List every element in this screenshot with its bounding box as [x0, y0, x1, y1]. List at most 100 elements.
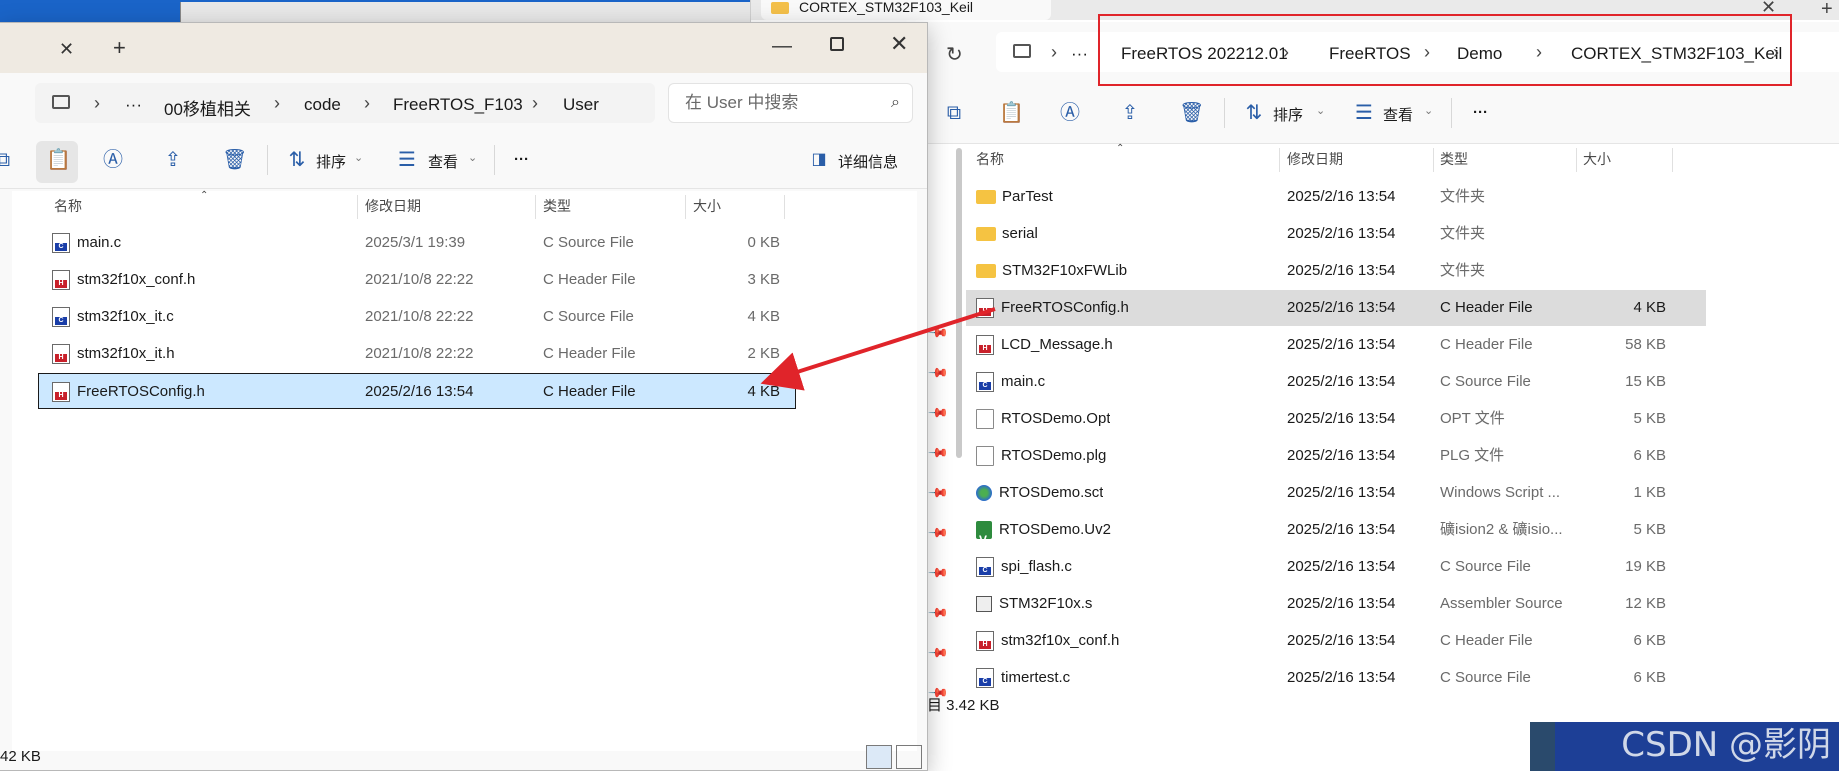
breadcrumb-porting[interactable]: 00移植相关 — [164, 95, 251, 120]
column-divider[interactable] — [357, 195, 358, 219]
new-tab-icon[interactable]: + — [113, 35, 126, 61]
breadcrumb-user[interactable]: User — [563, 95, 599, 115]
more-options-button[interactable]: ··· — [514, 151, 529, 168]
breadcrumb-code[interactable]: code — [304, 95, 341, 115]
refresh-icon[interactable]: ↻ — [946, 42, 963, 67]
details-button[interactable]: 详细信息 — [838, 151, 898, 172]
breadcrumb-overflow[interactable]: ··· — [125, 95, 142, 115]
column-divider[interactable] — [1433, 148, 1434, 172]
file-type: C Header File — [543, 383, 636, 400]
file-modified: 2025/2/16 13:54 — [1287, 521, 1396, 538]
column-header-modified[interactable]: 修改日期 — [1287, 144, 1343, 174]
delete-icon[interactable]: 🗑 — [222, 149, 247, 171]
file-size: 5 KB — [1633, 521, 1666, 538]
paste-icon[interactable]: 📋 — [46, 149, 71, 171]
sort-icon[interactable]: ⇅ — [1243, 102, 1265, 124]
nav-pane-scrollbar[interactable] — [956, 148, 962, 458]
uvision-file-icon — [976, 521, 992, 548]
file-size: 1 KB — [1633, 484, 1666, 501]
rename-icon[interactable]: Ⓐ — [1059, 102, 1081, 124]
sort-button[interactable]: 排序 — [1273, 104, 1303, 125]
close-tab-icon[interactable]: ✕ — [59, 39, 74, 60]
file-row[interactable]: STM32F10x.s 2025/2/16 13:54 Assembler So… — [966, 586, 1706, 622]
view-button[interactable]: 查看 — [428, 151, 458, 172]
file-row[interactable]: LCD_Message.h 2025/2/16 13:54 C Header F… — [966, 327, 1706, 363]
column-divider[interactable] — [1576, 148, 1577, 172]
file-name: RTOSDemo.plg — [1001, 447, 1107, 464]
breadcrumb-overflow[interactable]: ··· — [1071, 44, 1088, 64]
copy-icon[interactable]: ⧉ — [943, 102, 965, 124]
file-size: 4 KB — [747, 383, 780, 400]
file-name: spi_flash.c — [1001, 558, 1072, 575]
column-header-size[interactable]: 大小 — [1583, 144, 1611, 174]
this-pc-icon[interactable] — [1013, 44, 1031, 58]
tiles-view-icon[interactable] — [896, 745, 922, 769]
this-pc-icon[interactable] — [52, 95, 70, 109]
file-modified: 2025/2/16 13:54 — [1287, 373, 1396, 390]
delete-icon[interactable]: 🗑 — [1179, 102, 1204, 124]
details-pane-icon[interactable]: ◨ — [808, 149, 830, 171]
file-row[interactable]: stm32f10x_it.h 2021/10/8 22:22 C Header … — [38, 336, 796, 372]
file-row[interactable]: RTOSDemo.plg 2025/2/16 13:54 PLG 文件 6 KB — [966, 438, 1706, 474]
column-header-name[interactable]: 名称 — [54, 191, 82, 221]
view-button[interactable]: 查看 — [1383, 104, 1413, 125]
column-header-name[interactable]: 名称 — [976, 144, 1004, 174]
column-header-type[interactable]: 类型 — [1440, 144, 1468, 174]
file-row[interactable]: ParTest 2025/2/16 13:54 文件夹 — [966, 179, 1706, 215]
file-row[interactable]: spi_flash.c 2025/2/16 13:54 C Source Fil… — [966, 549, 1706, 585]
sort-icon[interactable]: ⇅ — [286, 149, 308, 171]
file-row[interactable]: RTOSDemo.Opt 2025/2/16 13:54 OPT 文件 5 KB — [966, 401, 1706, 437]
view-icon[interactable]: ☰ — [396, 149, 418, 171]
file-row[interactable]: RTOSDemo.Uv2 2025/2/16 13:54 礦ision2 & 礦… — [966, 512, 1706, 548]
rename-icon[interactable]: Ⓐ — [102, 149, 124, 171]
column-header-size[interactable]: 大小 — [693, 191, 721, 221]
column-divider[interactable] — [535, 195, 536, 219]
paste-icon[interactable]: 📋 — [999, 102, 1024, 124]
details-view-icon[interactable] — [866, 745, 892, 769]
file-row-selected[interactable]: FreeRTOSConfig.h 2025/2/16 13:54 C Heade… — [38, 373, 796, 409]
sort-ascending-icon: ⌃ — [1116, 143, 1125, 154]
file-row[interactable]: stm32f10x_it.c 2021/10/8 22:22 C Source … — [38, 299, 796, 335]
minimize-icon[interactable]: — — [772, 35, 792, 58]
file-modified: 2021/10/8 22:22 — [365, 345, 474, 362]
sort-button[interactable]: 排序 — [316, 151, 346, 172]
new-tab-icon[interactable]: + — [1821, 0, 1833, 21]
window-close-icon[interactable]: ✕ — [890, 31, 908, 57]
file-name: stm32f10x_conf.h — [77, 271, 196, 288]
file-row[interactable]: main.c 2025/2/16 13:54 C Source File 15 … — [966, 364, 1706, 400]
more-options-button[interactable]: ··· — [1473, 104, 1488, 121]
column-divider[interactable] — [784, 195, 785, 219]
copy-icon[interactable]: ⧉ — [0, 149, 14, 171]
view-icon[interactable]: ☰ — [1353, 102, 1375, 124]
file-type: C Header File — [543, 271, 636, 288]
file-name: RTOSDemo.Uv2 — [999, 521, 1111, 538]
maximize-icon[interactable] — [830, 37, 844, 51]
c-source-file-icon — [976, 557, 994, 578]
breadcrumb-freertos-f103[interactable]: FreeRTOS_F103 — [393, 95, 523, 115]
right-window-tab[interactable]: CORTEX_STM32F103_Keil — [761, 0, 1051, 20]
file-row[interactable]: stm32f10x_conf.h 2021/10/8 22:22 C Heade… — [38, 262, 796, 298]
file-row[interactable]: main.c 2025/3/1 19:39 C Source File 0 KB — [38, 225, 796, 261]
column-header-modified[interactable]: 修改日期 — [365, 191, 421, 221]
column-header-type[interactable]: 类型 — [543, 191, 571, 221]
file-size: 3 KB — [747, 271, 780, 288]
file-name: STM32F10xFWLib — [1002, 262, 1128, 279]
column-divider[interactable] — [1279, 148, 1280, 172]
close-tab-icon[interactable]: ✕ — [1761, 0, 1776, 16]
share-icon[interactable]: ⇪ — [162, 149, 184, 171]
search-input[interactable]: 在 User 中搜索 ⌕ — [668, 83, 913, 123]
file-row[interactable]: STM32F10xFWLib 2025/2/16 13:54 文件夹 — [966, 253, 1706, 289]
share-icon[interactable]: ⇪ — [1119, 102, 1141, 124]
column-divider[interactable] — [1672, 148, 1673, 172]
address-highlight-box — [1098, 14, 1792, 86]
file-row[interactable]: stm32f10x_conf.h 2025/2/16 13:54 C Heade… — [966, 623, 1706, 659]
search-icon[interactable]: ⌕ — [891, 84, 900, 122]
file-row[interactable]: serial 2025/2/16 13:54 文件夹 — [966, 216, 1706, 252]
left-file-list: 名称 ⌃ 修改日期 类型 大小 main.c 2025/3/1 19:39 C … — [12, 190, 917, 751]
file-type: Windows Script ... — [1440, 484, 1561, 501]
file-modified: 2025/2/16 13:54 — [1287, 299, 1396, 316]
file-row[interactable]: RTOSDemo.sct 2025/2/16 13:54 Windows Scr… — [966, 475, 1706, 511]
column-divider[interactable] — [685, 195, 686, 219]
file-modified: 2025/2/16 13:54 — [1287, 336, 1396, 353]
file-row-selected[interactable]: FreeRTOSConfig.h 2025/2/16 13:54 C Heade… — [966, 290, 1706, 326]
